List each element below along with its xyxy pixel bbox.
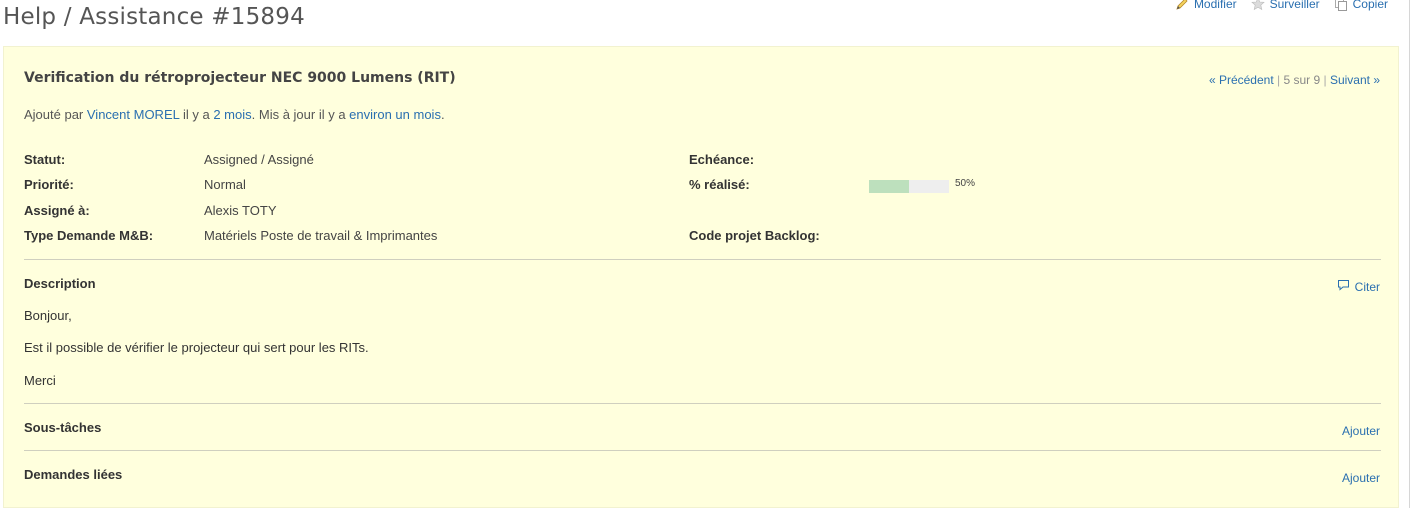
backlog-code-label: Code projet Backlog:: [689, 228, 820, 243]
related-issues-title: Demandes liées: [24, 467, 123, 482]
attribute-row: Assigné à: Alexis TOTY: [24, 203, 1380, 223]
request-type-label: Type Demande M&B:: [24, 228, 154, 243]
progress-fill: [869, 180, 909, 193]
edit-label[interactable]: Modifier: [1194, 0, 1237, 11]
page-title: Help / Assistance #15894: [3, 4, 305, 30]
next-link[interactable]: Suivant »: [1330, 73, 1380, 87]
subtasks-title: Sous-tâches: [24, 420, 102, 435]
divider: [24, 259, 1381, 260]
author-text: il y a: [179, 107, 214, 122]
watch-label[interactable]: Surveiller: [1270, 0, 1320, 11]
copy-button[interactable]: Copier: [1334, 0, 1388, 11]
updated-link[interactable]: environ un mois: [349, 107, 441, 122]
divider: [24, 403, 1381, 404]
author-prefix: Ajouté par: [24, 107, 87, 122]
due-date-label: Echéance:: [689, 152, 755, 167]
attribute-row: Statut: Assigned / Assigné Echéance:: [24, 152, 1380, 172]
description-title: Description: [24, 276, 96, 291]
star-icon: [1250, 0, 1265, 11]
attribute-row: Priorité: Normal % réalisé: 50%: [24, 177, 1380, 197]
copy-icon: [1334, 0, 1348, 11]
issue-pagination: « Précédent | 5 sur 9 | Suivant »: [1209, 73, 1380, 87]
author-text: .: [440, 107, 445, 122]
quote-label[interactable]: Citer: [1355, 280, 1380, 294]
description-paragraph: Est il possible de vérifier le projecteu…: [24, 340, 369, 355]
comment-icon: [1337, 279, 1350, 294]
attribute-row: Type Demande M&B: Matériels Poste de tra…: [24, 228, 1380, 248]
progress-percent: 50%: [955, 178, 976, 189]
status-value: Assigned / Assigné: [204, 152, 314, 167]
quote-button[interactable]: Citer: [1337, 279, 1380, 294]
add-relation-link[interactable]: Ajouter: [1342, 471, 1380, 485]
edit-button[interactable]: Modifier: [1175, 0, 1237, 11]
watch-button[interactable]: Surveiller: [1250, 0, 1320, 11]
author-text: . Mis à jour il y a: [251, 107, 350, 122]
status-label: Statut:: [24, 152, 66, 167]
progress-bar: [869, 180, 949, 193]
issue-details: Verification du rétroprojecteur NEC 9000…: [3, 46, 1399, 508]
author-link[interactable]: Vincent MOREL: [87, 107, 180, 122]
assignee-link[interactable]: Alexis TOTY: [204, 203, 276, 218]
description-paragraph: Bonjour,: [24, 308, 72, 323]
done-ratio-label: % réalisé:: [689, 177, 750, 192]
description-paragraph: Merci: [24, 373, 56, 388]
window-edge: [1409, 0, 1410, 508]
copy-label[interactable]: Copier: [1353, 0, 1388, 11]
add-subtask-link[interactable]: Ajouter: [1342, 424, 1380, 438]
previous-link[interactable]: « Précédent: [1209, 73, 1274, 87]
request-type-value: Matériels Poste de travail & Imprimantes: [204, 228, 438, 243]
issue-subject: Verification du rétroprojecteur NEC 9000…: [24, 70, 456, 86]
assignee-label: Assigné à:: [24, 203, 90, 218]
created-link[interactable]: 2 mois: [213, 107, 251, 122]
contextual-actions: Modifier Surveiller Copier: [1175, 0, 1388, 11]
priority-label: Priorité:: [24, 177, 74, 192]
divider: [24, 450, 1381, 451]
priority-value: Normal: [204, 177, 246, 192]
author-line: Ajouté par Vincent MOREL il y a 2 mois. …: [24, 107, 445, 122]
position-text: 5 sur 9: [1283, 73, 1321, 87]
pencil-icon: [1175, 0, 1189, 11]
